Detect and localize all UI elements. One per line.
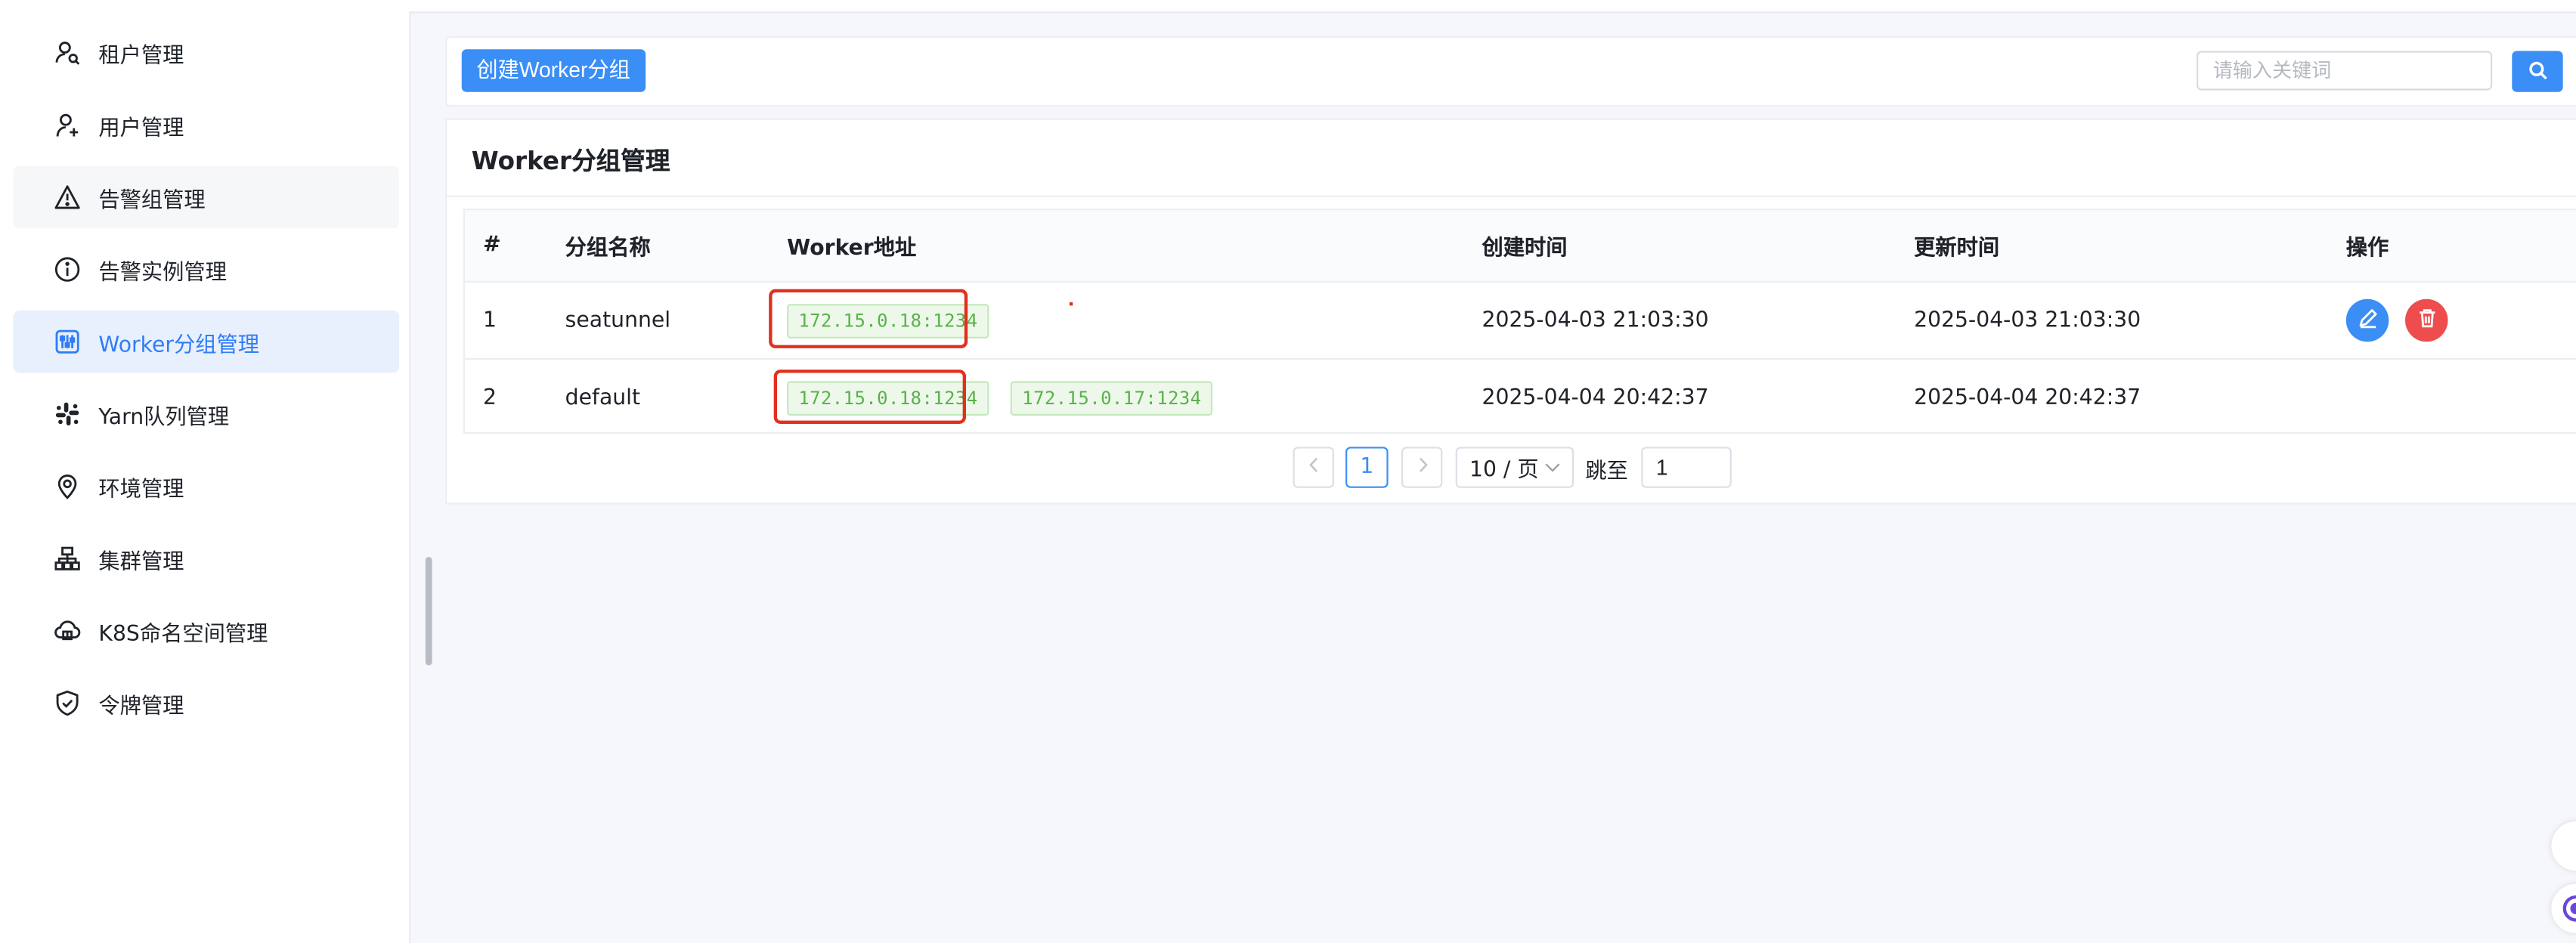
table-row: 2 default 172.15.0.18:1234 172.15.0.17:1… <box>465 360 2576 435</box>
search-input[interactable] <box>2196 51 2493 91</box>
delete-icon <box>2416 306 2437 334</box>
table-row: 1 seatunnel 172.15.0.18:1234 2025-04-03 … <box>465 283 2576 360</box>
sidebar-item-alert-group[interactable]: 告警组管理 <box>13 165 400 229</box>
column-header-name: 分组名称 <box>565 237 651 261</box>
table-header: # 分组名称 Worker地址 创建时间 更新时间 操作 <box>465 210 2576 283</box>
address-tag: 172.15.0.18:1234 <box>787 303 989 338</box>
sliders-icon <box>54 329 81 355</box>
group-name: seatunnel <box>565 308 671 333</box>
create-worker-group-button[interactable]: 创建Worker分组 <box>461 49 646 92</box>
app-root: 租户管理 用户管理 告警组管理 告警实例管理 Worker分组管理 Yarn队列… <box>0 0 2576 943</box>
info-icon <box>54 256 81 283</box>
sidebar-item-cluster[interactable]: 集群管理 <box>13 527 399 590</box>
jump-page-input[interactable] <box>1641 447 1732 488</box>
page-title: Worker分组管理 <box>471 146 670 176</box>
worker-addresses: 172.15.0.18:1234 172.15.0.17:1234 <box>787 360 1234 435</box>
group-name: default <box>565 385 641 410</box>
address-tag: 172.15.0.18:1234 <box>787 380 989 415</box>
chevron-left-icon <box>1307 455 1320 480</box>
cluster-icon <box>54 546 81 572</box>
sidebar-item-label: 用户管理 <box>98 116 184 141</box>
shield-check-icon <box>54 690 81 716</box>
tenant-icon <box>54 39 81 66</box>
next-page-button[interactable] <box>1401 447 1443 488</box>
search-button[interactable] <box>2512 51 2563 92</box>
sidebar-item-user[interactable]: 用户管理 <box>13 94 399 156</box>
user-add-icon <box>54 112 81 138</box>
chevron-right-icon <box>1415 455 1428 480</box>
sidebar-item-k8s-namespace[interactable]: K8S命名空间管理 <box>13 600 399 663</box>
jump-label: 跳至 <box>1585 459 1628 485</box>
sidebar-item-worker-group[interactable]: Worker分组管理 <box>13 310 400 373</box>
sidebar-item-label: 令牌管理 <box>98 694 184 719</box>
cloud-icon <box>54 617 81 644</box>
address-tag: 172.15.0.17:1234 <box>1011 380 1213 415</box>
floating-assistant-button[interactable] <box>2551 883 2576 933</box>
sidebar-item-tenant[interactable]: 租户管理 <box>13 21 399 84</box>
page-size-select[interactable]: 10 / 页 <box>1455 447 1574 488</box>
page-number-button[interactable]: 1 <box>1345 447 1389 488</box>
row-actions <box>2345 283 2464 358</box>
sidebar-item-label: Yarn队列管理 <box>98 404 230 430</box>
sidebar-item-label: Worker分组管理 <box>98 332 260 357</box>
sidebar: 租户管理 用户管理 告警组管理 告警实例管理 Worker分组管理 Yarn队列… <box>0 11 411 943</box>
edit-icon <box>2357 306 2378 334</box>
updated-time: 2025-04-03 21:03:30 <box>1914 308 2141 333</box>
page-size-value: 10 / 页 <box>1469 458 1539 484</box>
chevron-down-icon <box>1543 462 1560 473</box>
prev-page-button[interactable] <box>1293 447 1334 488</box>
row-index: 2 <box>483 385 497 410</box>
created-time: 2025-04-04 20:42:37 <box>1482 385 1709 410</box>
row-index: 1 <box>483 308 497 333</box>
sidebar-item-label: 告警组管理 <box>98 187 206 213</box>
updated-time: 2025-04-04 20:42:37 <box>1914 385 2141 410</box>
created-time: 2025-04-03 21:03:30 <box>1482 308 1709 333</box>
column-header-index: # <box>483 233 501 258</box>
sidebar-item-label: 告警实例管理 <box>98 260 227 286</box>
column-header-address: Worker地址 <box>787 237 917 261</box>
worker-group-table: # 分组名称 Worker地址 创建时间 更新时间 操作 1 seatunnel… <box>463 209 2576 434</box>
assistant-icon <box>2561 894 2576 930</box>
sidebar-scrollbar[interactable] <box>425 557 432 666</box>
warning-icon <box>54 184 81 211</box>
card-divider <box>447 195 2576 197</box>
sidebar-item-label: 集群管理 <box>98 549 184 574</box>
sidebar-item-alert-instance[interactable]: 告警实例管理 <box>13 238 399 301</box>
sidebar-item-label: 租户管理 <box>98 43 184 69</box>
slack-icon <box>54 401 81 428</box>
sidebar-item-environment[interactable]: 环境管理 <box>13 455 399 518</box>
annotation-dot <box>1069 302 1073 306</box>
delete-button[interactable] <box>2405 298 2448 342</box>
sidebar-item-label: 环境管理 <box>98 477 184 502</box>
sidebar-item-label: K8S命名空间管理 <box>98 621 268 647</box>
worker-addresses: 172.15.0.18:1234 <box>787 283 1011 358</box>
sidebar-item-token[interactable]: 令牌管理 <box>13 672 399 734</box>
floating-button[interactable] <box>2551 821 2576 871</box>
search-icon <box>2528 56 2547 87</box>
edit-button[interactable] <box>2345 298 2389 342</box>
column-header-actions: 操作 <box>2345 237 2389 261</box>
column-header-updated: 更新时间 <box>1914 237 2000 261</box>
column-header-created: 创建时间 <box>1482 237 1568 261</box>
sidebar-item-yarn-queue[interactable]: Yarn队列管理 <box>13 383 399 446</box>
toolbar: 创建Worker分组 <box>445 36 2576 107</box>
location-icon <box>54 473 81 499</box>
